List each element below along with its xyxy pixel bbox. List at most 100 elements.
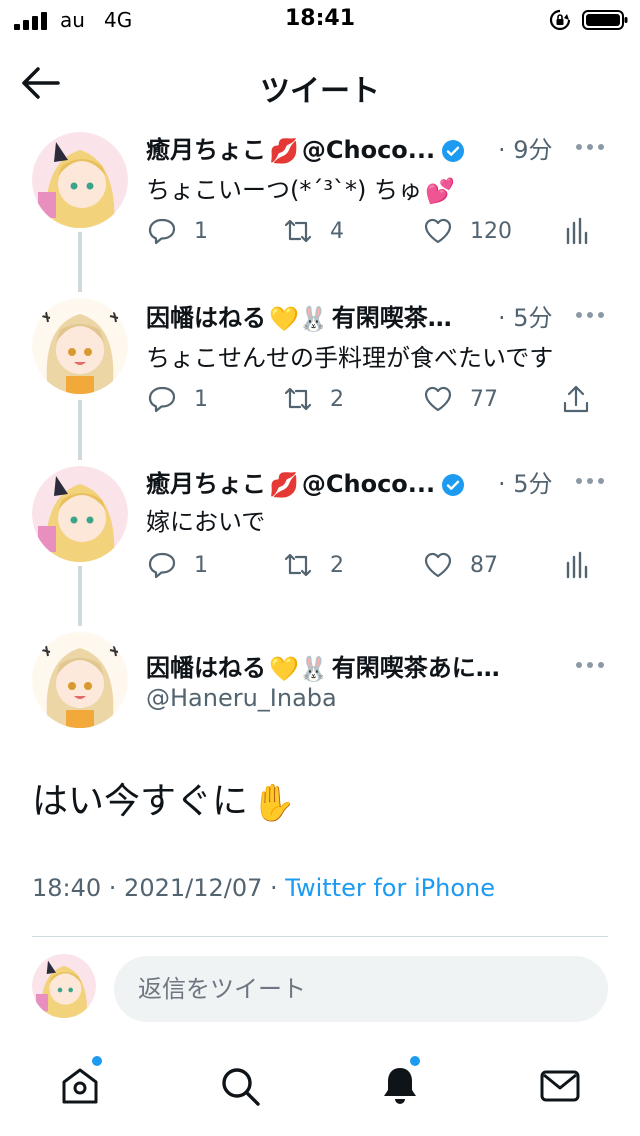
like-count: 120 [470,218,512,244]
more-options-icon[interactable] [574,310,606,320]
focused-tweet-text: はい今すぐに✋ [32,772,299,824]
messages-icon [540,1070,580,1102]
tweet-item[interactable]: 癒月ちょこ 💋 @Choco... · 5分 嫁においで 1 2 87 [0,458,640,624]
tab-home[interactable] [58,1064,102,1108]
battery-icon [582,10,628,30]
author-handle: @Choco... [301,136,436,164]
retweet-button[interactable]: 2 [282,382,344,416]
tab-search[interactable] [218,1064,262,1108]
more-options-icon[interactable] [574,476,606,486]
analytics-icon [566,551,588,579]
author-name: 因幡はねる [146,654,266,682]
retweet-icon [284,387,312,411]
reply-count: 1 [194,386,208,412]
author-name-suffix: 有閑喫茶あに… [331,654,500,682]
more-options-icon[interactable] [574,142,606,152]
heart-icon [424,552,452,578]
retweet-icon [284,219,312,243]
share-icon [563,385,589,413]
like-count: 87 [470,552,498,578]
notification-dot [410,1056,420,1066]
tweet-text: ちょこせんせの手料理が食べたいです [146,338,616,373]
tweet-text-body: 嫁においで [146,508,266,536]
reply-icon [148,386,176,413]
retweet-button[interactable]: 4 [282,214,344,248]
tweet-author[interactable]: 癒月ちょこ 💋 @Choco... [146,464,556,498]
tweet-text-emoji: ✋ [251,783,296,824]
reply-button[interactable]: 1 [146,214,208,248]
analytics-icon [566,217,588,245]
retweet-count: 4 [330,218,344,244]
reply-input[interactable] [114,956,608,1022]
reply-button[interactable]: 1 [146,382,208,416]
reply-icon [148,218,176,245]
author-emoji: 💋 [269,137,299,164]
rotation-lock-icon [549,9,571,31]
reply-button[interactable]: 1 [146,548,208,582]
tweet-author[interactable]: 癒月ちょこ 💋 @Choco... [146,130,556,164]
verified-badge-icon [442,140,465,162]
analytics-button[interactable] [562,548,594,582]
retweet-button[interactable]: 2 [282,548,344,582]
tweet-item[interactable]: 癒月ちょこ 💋 @Choco... · 9分 ちょこいーつ(*´³`*) ちゅ 💕 1… [0,124,640,290]
like-button[interactable]: 77 [422,382,498,416]
verified-badge-icon [442,474,465,496]
like-button[interactable]: 120 [422,214,512,248]
avatar[interactable] [32,466,128,562]
page-title: ツイート [260,74,380,109]
author-handle[interactable]: @Haneru_Inaba [146,684,616,712]
author-name: 癒月ちょこ [146,136,266,164]
notifications-icon [384,1068,416,1104]
author-emoji: 💋 [269,471,299,498]
search-icon [222,1068,260,1106]
author-name: 因幡はねる [146,304,266,332]
divider [32,936,608,937]
like-count: 77 [470,386,498,412]
share-button[interactable] [560,382,592,416]
reply-count: 1 [194,552,208,578]
tweet-source-link[interactable]: Twitter for iPhone [285,874,495,902]
tweet-time: · 5分 [498,304,553,332]
notification-dot [92,1056,102,1066]
tweet-time: · 9分 [498,136,553,164]
tweet-text-emoji: 💕 [424,177,455,205]
avatar[interactable] [32,954,96,1018]
header: ツイート [0,40,640,124]
tweet-text: ちょこいーつ(*´³`*) ちゅ 💕 [146,170,616,205]
tweet-text: 嫁においで [146,502,616,537]
author-emoji: 💛🐰 [269,655,329,682]
home-icon [62,1068,98,1104]
tweet-text-body: ちょこせんせの手料理が食べたいです [146,344,554,372]
tweet-item[interactable]: 因幡はねる 💛🐰 有閑喫茶… · 5分 ちょこせんせの手料理が食べたいです 1 2 … [0,292,640,458]
tweet-timestamp: 18:40 · 2021/12/07 · [32,874,286,902]
tweet-metadata: 18:40 · 2021/12/07 · Twitter for iPhone [32,874,495,902]
tab-bar [0,1040,640,1136]
tweet-text-body: ちょこいーつ(*´³`*) ちゅ [146,176,422,204]
reply-icon [148,552,176,579]
tab-messages[interactable] [538,1064,582,1108]
author-name-suffix: 有閑喫茶… [331,304,452,332]
author-emoji: 💛🐰 [269,305,329,332]
author-handle: @Choco... [301,470,436,498]
tweet-time: · 5分 [498,470,553,498]
tweet-author[interactable]: 因幡はねる 💛🐰 有閑喫茶… [146,298,556,332]
like-button[interactable]: 87 [422,548,498,582]
author-name: 癒月ちょこ [146,470,266,498]
avatar[interactable] [32,632,128,728]
more-options-icon[interactable] [574,660,606,670]
reply-count: 1 [194,218,208,244]
tweet-text-body: はい今すぐに [32,781,249,822]
retweet-count: 2 [330,386,344,412]
status-time: 18:41 [284,6,356,31]
tab-notifications[interactable] [378,1064,422,1108]
reply-bar [0,940,640,1036]
focused-author[interactable]: 因幡はねる 💛🐰 有閑喫茶あに… [146,648,556,682]
retweet-count: 2 [330,552,344,578]
analytics-button[interactable] [562,214,594,248]
heart-icon [424,386,452,412]
retweet-icon [284,553,312,577]
avatar[interactable] [32,298,128,394]
heart-icon [424,218,452,244]
avatar[interactable] [32,132,128,228]
status-bar: au 4G 18:41 [0,0,640,40]
